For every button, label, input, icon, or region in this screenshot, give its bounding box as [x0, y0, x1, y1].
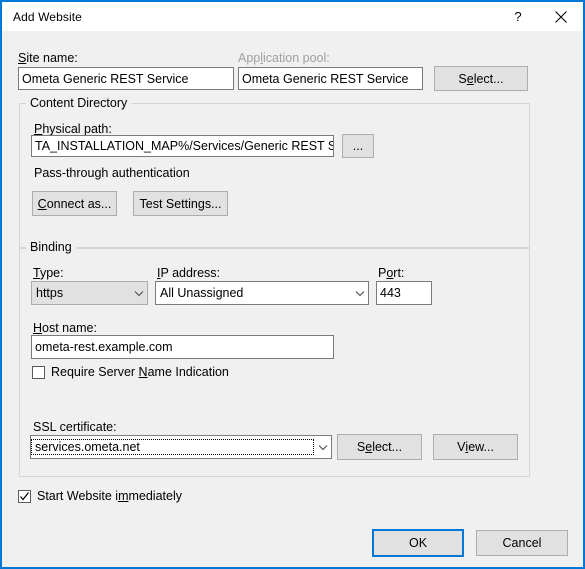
site-name-label-rest: ite name: — [26, 51, 77, 65]
require-sni-pre: Require Server — [51, 365, 139, 379]
test-settings-pre: Test Settin — [140, 197, 198, 211]
type-label-accel: T — [33, 266, 40, 280]
port-input[interactable]: 443 — [376, 281, 432, 305]
type-value: https — [32, 286, 130, 300]
require-sni-label: Require Server Name Indication — [51, 365, 229, 379]
binding-group-title: Binding — [26, 240, 76, 254]
ssl-view-post: ew... — [468, 440, 494, 454]
host-name-label-rest: ost name: — [42, 321, 97, 335]
start-website-checkbox[interactable]: Start Website immediately — [18, 489, 182, 503]
ip-address-value: All Unassigned — [156, 286, 351, 300]
require-sni-accel: N — [139, 365, 148, 379]
port-value: 443 — [380, 283, 401, 303]
type-combobox[interactable]: https — [31, 281, 148, 305]
ip-address-label-rest: P address: — [160, 266, 220, 280]
ip-address-combobox[interactable]: All Unassigned — [155, 281, 369, 305]
content-directory-group-title: Content Directory — [26, 96, 131, 110]
ssl-view-pre: V — [457, 440, 465, 454]
type-label: Type: — [33, 265, 64, 281]
cancel-button[interactable]: Cancel — [476, 530, 568, 556]
application-pool-value: Ometa Generic REST Service — [242, 69, 409, 89]
physical-path-value: TA_INSTALLATION_MAP%/Services/Generic RE… — [35, 136, 334, 156]
ssl-certificate-view-button[interactable]: View... — [433, 434, 518, 460]
physical-path-input[interactable]: TA_INSTALLATION_MAP%/Services/Generic RE… — [31, 135, 334, 157]
site-name-value: Ometa Generic REST Service — [22, 69, 189, 89]
ssl-certificate-select-button[interactable]: Select... — [337, 434, 422, 460]
cancel-button-label: Cancel — [503, 536, 542, 550]
require-sni-checkbox[interactable]: Require Server Name Indication — [32, 365, 229, 379]
svg-text:?: ? — [514, 9, 521, 24]
site-name-input[interactable]: Ometa Generic REST Service — [18, 67, 234, 90]
host-name-label-accel: H — [33, 321, 42, 335]
start-website-accel: m — [118, 489, 128, 503]
application-pool-label-pre: App — [238, 51, 260, 65]
ssl-certificate-value: services.ometa.net — [32, 440, 313, 454]
site-name-label: Site name: — [18, 50, 78, 66]
chevron-down-icon — [314, 444, 331, 451]
connect-as-accel: C — [38, 197, 47, 211]
ssl-select-pre: S — [357, 440, 365, 454]
port-label-post: rt: — [393, 266, 404, 280]
checkmark-icon — [19, 491, 30, 502]
physical-path-browse-button[interactable]: ... — [342, 134, 374, 158]
connect-as-button[interactable]: Connect as... — [32, 191, 117, 216]
start-website-label: Start Website immediately — [37, 489, 182, 503]
chevron-down-icon — [130, 290, 147, 297]
host-name-value: ometa-rest.example.com — [35, 337, 173, 357]
add-website-dialog: Add Website ? Site name: Ometa Generic R… — [0, 0, 585, 569]
title-bar: Add Website ? — [2, 2, 583, 31]
pass-through-authentication-label: Pass-through authentication — [34, 165, 190, 181]
physical-path-browse-label: ... — [353, 139, 363, 153]
ok-button-label: OK — [409, 536, 427, 550]
connect-as-rest: onnect as... — [47, 197, 112, 211]
type-label-rest: ype: — [40, 266, 64, 280]
ssl-certificate-combobox[interactable]: services.ometa.net — [30, 435, 332, 459]
help-button[interactable]: ? — [498, 2, 538, 31]
application-pool-input: Ometa Generic REST Service — [238, 67, 423, 90]
chevron-down-icon — [351, 290, 368, 297]
test-settings-button[interactable]: Test Settings... — [133, 191, 228, 216]
application-pool-label-rest: ication pool: — [263, 51, 330, 65]
require-sni-post: ame Indication — [148, 365, 229, 379]
start-website-post: mediately — [128, 489, 182, 503]
application-pool-select-accel: e — [467, 72, 474, 86]
host-name-input[interactable]: ometa-rest.example.com — [31, 335, 334, 359]
ssl-select-accel: e — [365, 440, 372, 454]
checkbox-box — [32, 366, 45, 379]
ip-address-label: IP address: — [157, 265, 220, 281]
application-pool-label: Application pool: — [238, 50, 330, 66]
host-name-label: Host name: — [33, 320, 97, 336]
checkbox-box — [18, 490, 31, 503]
ssl-select-post: lect... — [372, 440, 402, 454]
question-mark-icon: ? — [510, 9, 526, 25]
physical-path-label-rest: hysical path: — [42, 122, 111, 136]
close-icon — [555, 11, 567, 23]
application-pool-select-button[interactable]: Select... — [434, 66, 528, 91]
port-label: Port: — [378, 265, 404, 281]
application-pool-select-pre: S — [458, 72, 466, 86]
test-settings-post: s... — [205, 197, 222, 211]
application-pool-select-post: lect... — [474, 72, 504, 86]
ok-button[interactable]: OK — [372, 529, 464, 557]
window-title: Add Website — [13, 10, 82, 24]
test-settings-accel: g — [198, 197, 205, 211]
dialog-body: Site name: Ometa Generic REST Service Ap… — [2, 31, 583, 567]
ssl-certificate-label: SSL certificate: — [33, 419, 117, 435]
start-website-pre: Start Website i — [37, 489, 118, 503]
close-button[interactable] — [538, 2, 583, 31]
